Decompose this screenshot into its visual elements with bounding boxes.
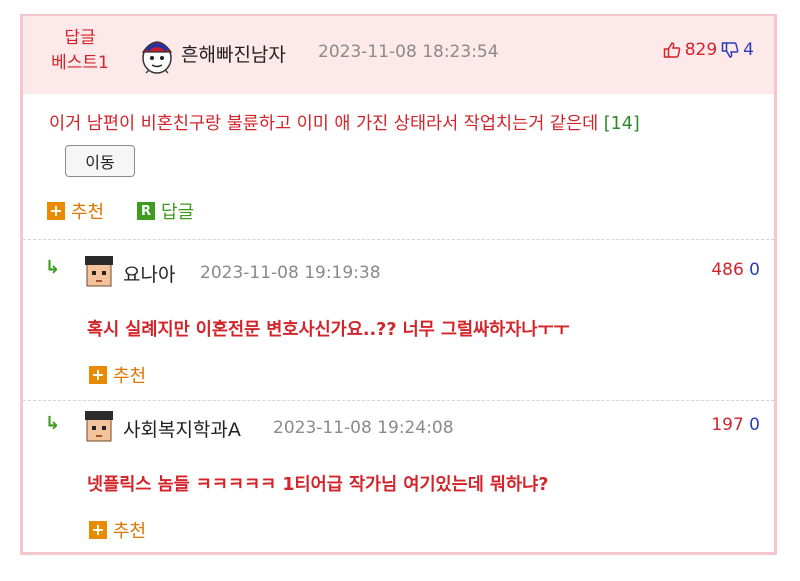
recommend-label: 추천	[71, 202, 105, 223]
thumbs-up-icon[interactable]	[663, 41, 681, 59]
reply-button[interactable]: R 답글	[137, 198, 194, 224]
best-reply-panel: 답글 베스트1 흔해빠진남자 2023-11-08 18:23:54 829 4…	[20, 14, 777, 555]
move-button[interactable]: 이동	[65, 145, 135, 177]
reply-upvote-count: 197	[711, 415, 744, 435]
reply-votes: 197 0	[711, 415, 760, 435]
plus-icon: +	[89, 521, 107, 539]
comment-header: 답글 베스트1 흔해빠진남자 2023-11-08 18:23:54 829 4	[23, 16, 774, 94]
reply-downvote-count: 0	[749, 260, 760, 280]
comment-text: 이거 남편이 비혼친구랑 불륜하고 이미 애 가진 상태라서 작업치는거 같은데	[49, 114, 599, 134]
reply-author[interactable]: 사회복지학과A	[123, 415, 241, 442]
reply-item: ↳ 요나아 2023-11-08 19:19:38 486 0 혹시 실례지만 …	[23, 240, 774, 400]
reply-recommend-label: 추천	[113, 521, 147, 542]
reply-text: 혹시 실례지만 이혼전문 변호사신가요..?? 너무 그럴싸하자나ㅜㅜ	[87, 320, 570, 340]
thumbs-down-icon[interactable]	[721, 41, 739, 59]
reply-avatar-icon	[85, 256, 113, 287]
reply-votes: 486 0	[711, 260, 760, 280]
reply-upvote-count: 486	[711, 260, 744, 280]
downvote-count: 4	[743, 40, 754, 60]
reply-arrow-icon: ↳	[45, 257, 61, 278]
plus-icon: +	[89, 366, 107, 384]
comment-text-line: 이거 남편이 비혼친구랑 불륜하고 이미 애 가진 상태라서 작업치는거 같은데…	[49, 110, 640, 135]
upvote-count: 829	[684, 40, 718, 60]
best-reply-badge: 답글 베스트1	[45, 26, 115, 76]
vote-counts: 829 4	[663, 40, 754, 60]
reply-author[interactable]: 요나아	[123, 260, 175, 287]
reply-item: ↳ 사회복지학과A 2023-11-08 19:24:08 197 0 넷플릭스…	[23, 401, 774, 551]
reply-label: 답글	[161, 202, 195, 223]
reply-r-icon: R	[137, 202, 155, 220]
author-avatar-icon	[141, 41, 173, 74]
reply-arrow-icon: ↳	[45, 413, 61, 434]
reply-downvote-count: 0	[749, 415, 760, 435]
reply-avatar-icon	[85, 411, 113, 442]
author-name[interactable]: 흔해빠진남자	[181, 40, 286, 67]
reply-recommend-label: 추천	[113, 366, 147, 387]
reply-date: 2023-11-08 19:24:08	[273, 418, 454, 438]
reply-recommend-button[interactable]: + 추천	[89, 517, 146, 543]
badge-line2: 베스트1	[51, 53, 109, 73]
plus-icon: +	[47, 202, 65, 220]
reply-text: 넷플릭스 놈들 ㅋㅋㅋㅋㅋ 1티어급 작가님 여기있는데 뭐하냐?	[87, 475, 549, 495]
reply-date: 2023-11-08 19:19:38	[200, 263, 381, 283]
comment-body: 이거 남편이 비혼친구랑 불륜하고 이미 애 가진 상태라서 작업치는거 같은데…	[23, 94, 774, 239]
comment-date: 2023-11-08 18:23:54	[318, 42, 499, 62]
reply-count[interactable]: [14]	[604, 114, 640, 134]
recommend-button[interactable]: + 추천	[47, 198, 104, 224]
reply-recommend-button[interactable]: + 추천	[89, 362, 146, 388]
badge-line1: 답글	[64, 28, 96, 48]
